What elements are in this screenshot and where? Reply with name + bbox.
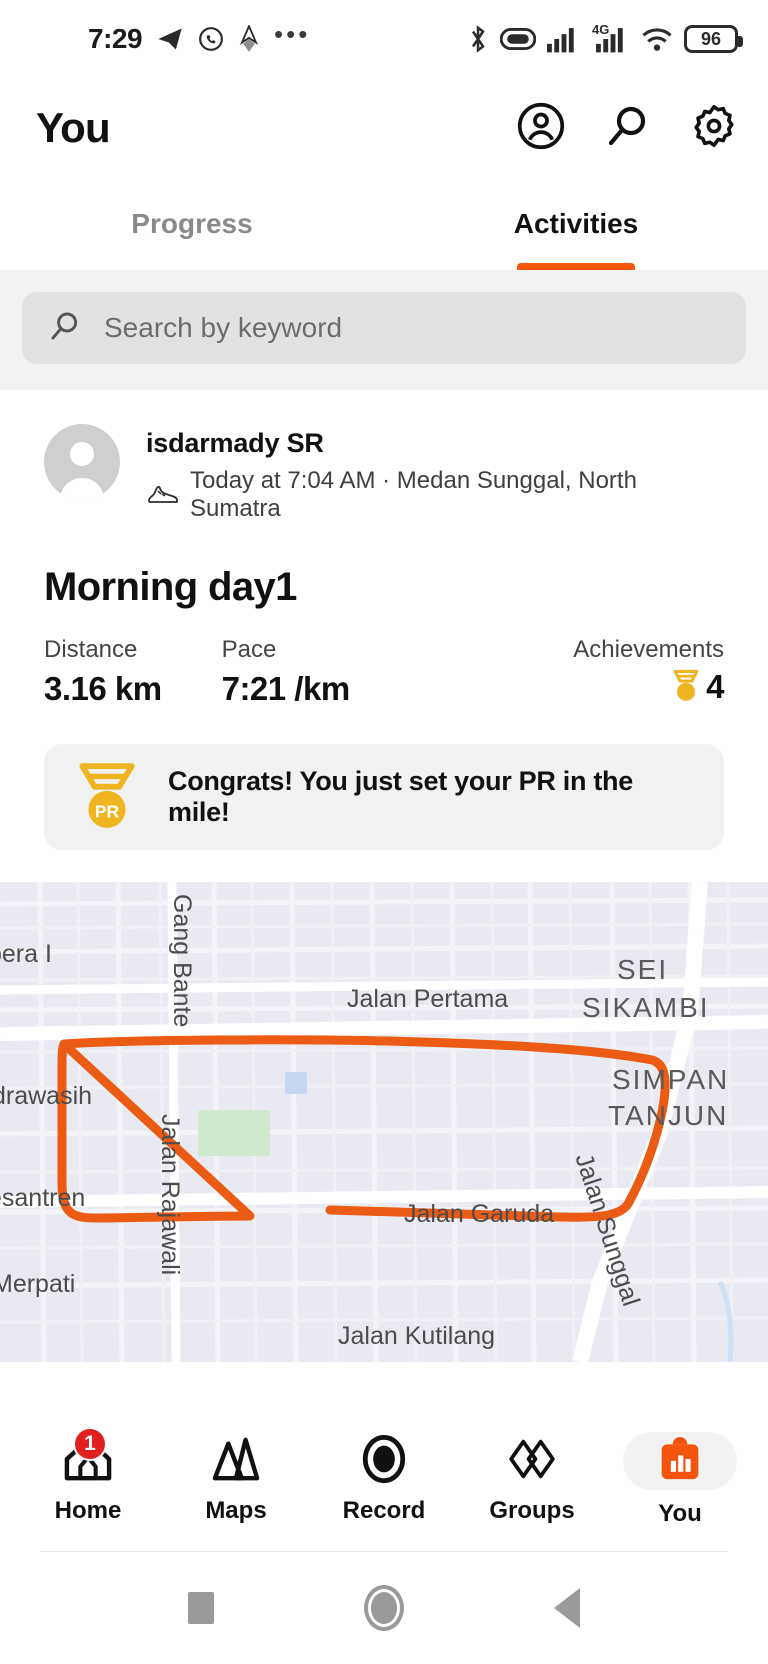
map-label: SIMPAN — [612, 1064, 730, 1095]
network-type-label: 4G — [592, 22, 610, 37]
battery-indicator: 96 — [684, 25, 743, 53]
pr-medal-icon: PR — [76, 762, 138, 832]
map-label: Merpati — [0, 1270, 76, 1298]
recents-button[interactable] — [188, 1592, 214, 1624]
stat-distance-value: 3.16 km — [44, 670, 162, 707]
map-label: Jalan Kutilang — [338, 1322, 496, 1350]
nav-label-you: You — [658, 1500, 702, 1527]
groups-icon-wrap — [506, 1435, 558, 1487]
activity-subtitle: Today at 7:04 AM · Medan Sunggal, North … — [190, 467, 637, 522]
map-label: TANJUN — [608, 1100, 729, 1131]
nav-item-maps[interactable]: Maps — [172, 1435, 300, 1525]
map-label: esantren — [0, 1184, 86, 1212]
nav-label-maps: Maps — [205, 1497, 267, 1524]
nav-label-record: Record — [342, 1497, 426, 1524]
map-label: Jalan Rajawali — [156, 1114, 184, 1276]
profile-icon[interactable] — [516, 101, 566, 156]
stat-achievements-count: 4 — [706, 668, 724, 705]
stat-pace: Pace 7:21 /km — [221, 636, 351, 708]
header-actions — [516, 101, 738, 156]
nav-label-home: Home — [54, 1497, 122, 1524]
navigation-arrow-icon — [238, 25, 260, 53]
status-bar-right: 4G 96 — [467, 22, 743, 54]
stat-achievements: Achievements 4 — [573, 636, 724, 706]
bluetooth-icon — [467, 24, 489, 54]
search-section: Search by keyword — [0, 270, 768, 390]
home-badge: 1 — [73, 1427, 107, 1461]
more-dots-icon: ••• — [274, 19, 311, 49]
search-input[interactable]: Search by keyword — [104, 312, 342, 344]
nav-label-groups: Groups — [489, 1497, 575, 1524]
home-button[interactable] — [364, 1585, 404, 1631]
stat-achievements-value-row: 4 — [573, 668, 724, 706]
map-label: SEI — [617, 954, 669, 985]
status-bar-left: 7:29 ••• — [88, 19, 311, 55]
data-saver-icon — [500, 25, 536, 53]
maps-icon-wrap — [211, 1435, 261, 1487]
home-icon-wrap: 1 — [63, 1427, 113, 1487]
tab-activities[interactable]: Activities — [384, 178, 768, 270]
svg-text:PR: PR — [95, 802, 120, 822]
map-label: pera I — [0, 940, 52, 968]
page-title: You — [36, 104, 111, 151]
running-shoe-icon — [146, 482, 178, 508]
you-icon-wrap — [623, 1432, 737, 1490]
activity-user-name: isdarmady SR — [146, 428, 324, 458]
activity-map[interactable]: pera I Gang Bante Jalan Pertama SEI SIKA… — [0, 882, 768, 1362]
pr-banner[interactable]: PR Congrats! You just set your PR in the… — [44, 744, 724, 850]
avatar[interactable] — [44, 424, 120, 500]
nav-item-record[interactable]: Record — [320, 1434, 448, 1525]
search-icon[interactable] — [604, 102, 652, 155]
you-chart-icon — [659, 1436, 701, 1486]
wifi-icon — [641, 25, 673, 53]
medal-icon — [670, 669, 702, 705]
stat-distance-label: Distance — [44, 636, 138, 663]
record-icon — [359, 1434, 409, 1489]
stat-distance: Distance 3.16 km — [44, 636, 162, 708]
status-bar-clock: 7:29 — [88, 23, 143, 54]
pr-banner-text: Congrats! You just set your PR in the mi… — [168, 766, 633, 827]
stat-pace-label: Pace — [221, 636, 277, 663]
activity-user-row[interactable]: isdarmady SR Today at 7:04 AM · Medan Su… — [44, 424, 724, 523]
stat-pace-value: 7:21 /km — [221, 670, 351, 707]
search-bar[interactable]: Search by keyword — [22, 292, 746, 364]
whatsapp-icon — [198, 26, 224, 52]
activity-subtitle-row: Today at 7:04 AM · Medan Sunggal, North … — [146, 467, 724, 523]
record-icon-wrap — [359, 1434, 409, 1489]
nav-item-groups[interactable]: Groups — [468, 1435, 596, 1525]
map-label: Gang Bante — [168, 894, 196, 1028]
activity-user-meta: isdarmady SR Today at 7:04 AM · Medan Su… — [146, 424, 724, 523]
bottom-navigation: 1 Home Maps Record Groups You — [0, 1414, 768, 1546]
battery-level-label: 96 — [700, 28, 722, 49]
nav-item-you[interactable]: You — [616, 1432, 744, 1528]
settings-gear-icon[interactable] — [690, 102, 738, 155]
app-header: You — [0, 78, 768, 178]
nav-item-home[interactable]: 1 Home — [24, 1427, 152, 1525]
telegram-icon — [156, 25, 184, 53]
map-label: drawasih — [0, 1082, 93, 1110]
tab-bar: Progress Activities — [0, 178, 768, 270]
activity-title: Morning day1 — [44, 565, 297, 609]
signal-icon — [547, 25, 581, 53]
tab-progress[interactable]: Progress — [0, 178, 384, 270]
search-icon — [48, 309, 82, 348]
activity-stats: Distance 3.16 km Pace 7:21 /km Achieveme… — [44, 636, 724, 708]
activity-card[interactable]: isdarmady SR Today at 7:04 AM · Medan Su… — [0, 390, 768, 850]
map-label: Jalan Pertama — [347, 985, 509, 1013]
stat-achievements-label: Achievements — [573, 636, 724, 663]
map-label: SIKAMBI — [582, 992, 710, 1023]
maps-icon — [211, 1436, 261, 1487]
back-button[interactable] — [554, 1588, 580, 1628]
groups-icon — [506, 1436, 558, 1487]
status-bar: 7:29 ••• 4G 96 — [0, 0, 768, 78]
map-label: Jalan Garuda — [404, 1200, 555, 1228]
system-navigation-bar — [0, 1552, 768, 1664]
signal-4g-icon: 4G — [592, 22, 630, 53]
